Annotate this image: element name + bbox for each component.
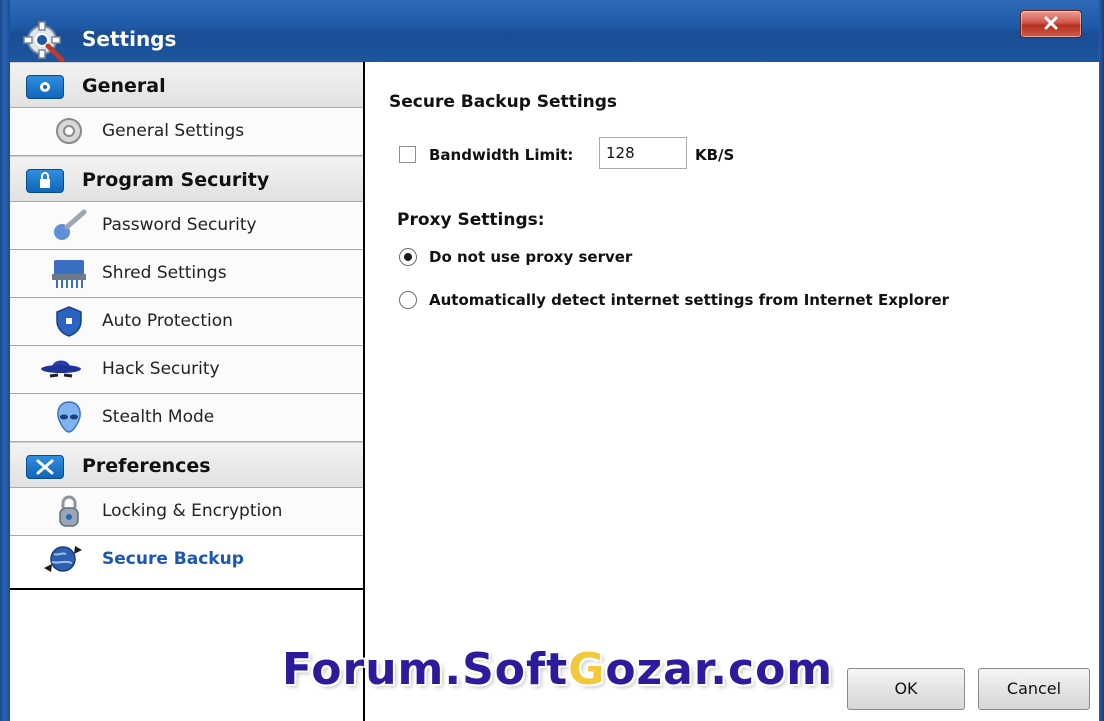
- sidebar: General General Settings Program Securit…: [10, 62, 365, 721]
- watermark: Forum.SoftGozar.com: [282, 644, 833, 695]
- sidebar-section-preferences[interactable]: Preferences: [10, 442, 363, 488]
- bandwidth-unit: KB/S: [695, 146, 735, 164]
- sidebar-section-program-security[interactable]: Program Security: [10, 156, 363, 202]
- lock-folder-icon: [26, 169, 64, 193]
- sidebar-item-label: Stealth Mode: [102, 407, 215, 427]
- sidebar-section-label: General: [82, 75, 166, 97]
- sidebar-item-general-settings[interactable]: General Settings: [10, 108, 363, 156]
- no-proxy-label[interactable]: Do not use proxy server: [429, 248, 632, 266]
- sidebar-item-password-security[interactable]: Password Security: [10, 202, 363, 250]
- watermark-part1: Forum.Soft: [282, 644, 569, 695]
- section-title: Secure Backup Settings: [389, 92, 618, 112]
- sidebar-item-label: Secure Backup: [102, 549, 244, 569]
- sidebar-item-secure-backup[interactable]: Secure Backup: [10, 536, 363, 590]
- sidebar-item-label: Auto Protection: [102, 311, 233, 331]
- close-icon: [1044, 16, 1058, 30]
- sidebar-item-stealth-mode[interactable]: Stealth Mode: [10, 394, 363, 442]
- alien-icon: [57, 401, 81, 433]
- key-icon: [54, 209, 87, 240]
- gear-icon: [56, 118, 82, 144]
- settings-app-icon: [23, 21, 65, 62]
- watermark-part2: G: [568, 644, 606, 695]
- sidebar-item-label: Locking & Encryption: [102, 501, 283, 521]
- watermark-part3: ozar.com: [605, 644, 834, 695]
- globe-sync-icon: [44, 546, 82, 572]
- sidebar-section-label: Preferences: [82, 455, 211, 477]
- window-frame-right: [1099, 0, 1104, 721]
- sidebar-item-hack-security[interactable]: Hack Security: [10, 346, 363, 394]
- proxy-settings-title: Proxy Settings:: [397, 210, 545, 230]
- gear-folder-icon: [26, 75, 64, 99]
- ok-button[interactable]: OK: [847, 668, 965, 710]
- sidebar-item-label: General Settings: [102, 121, 245, 141]
- padlock-icon: [59, 495, 79, 527]
- sidebar-item-auto-protection[interactable]: Auto Protection: [10, 298, 363, 346]
- window-frame-left: [0, 0, 10, 721]
- window-title: Settings: [82, 27, 177, 51]
- no-proxy-radio[interactable]: [399, 248, 417, 266]
- close-button[interactable]: [1020, 10, 1082, 38]
- tools-folder-icon: [26, 455, 64, 479]
- auto-detect-proxy-label[interactable]: Automatically detect internet settings f…: [429, 291, 949, 309]
- sidebar-item-label: Hack Security: [102, 359, 220, 379]
- settings-content: Secure Backup Settings Bandwidth Limit: …: [367, 62, 1099, 721]
- sidebar-item-label: Password Security: [102, 215, 257, 235]
- spy-hat-icon: [41, 360, 81, 378]
- shredder-icon: [52, 260, 86, 288]
- shield-icon: [56, 306, 82, 337]
- title-bar[interactable]: Settings: [0, 0, 1104, 62]
- bandwidth-limit-input[interactable]: [599, 137, 687, 169]
- bandwidth-limit-checkbox[interactable]: [399, 146, 416, 163]
- sidebar-item-locking-encryption[interactable]: Locking & Encryption: [10, 488, 363, 536]
- sidebar-item-shred-settings[interactable]: Shred Settings: [10, 250, 363, 298]
- sidebar-item-label: Shred Settings: [102, 263, 227, 283]
- auto-detect-proxy-radio[interactable]: [399, 291, 417, 309]
- sidebar-section-label: Program Security: [82, 169, 270, 191]
- bandwidth-limit-label[interactable]: Bandwidth Limit:: [429, 146, 573, 164]
- sidebar-section-general[interactable]: General: [10, 62, 363, 108]
- cancel-button[interactable]: Cancel: [978, 668, 1090, 710]
